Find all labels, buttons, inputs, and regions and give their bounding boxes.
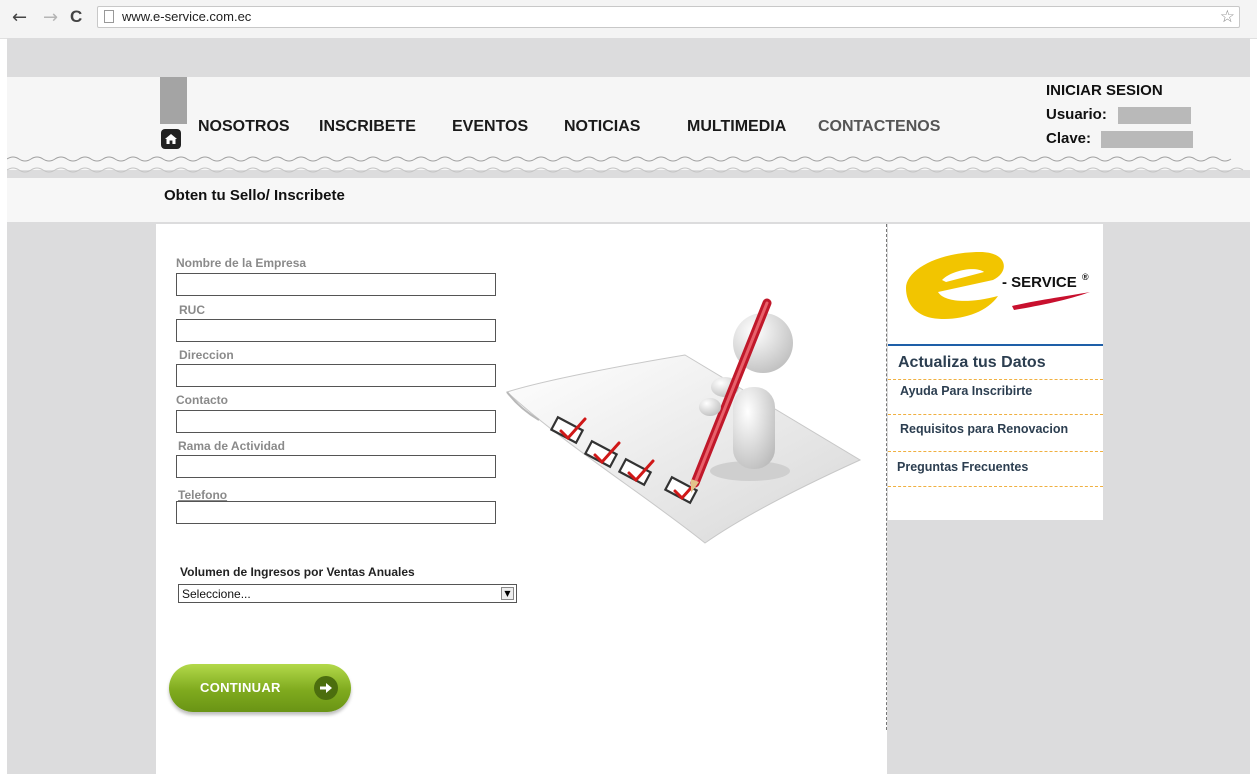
sidebar-link-ayuda[interactable]: Ayuda Para Inscribirte (900, 384, 1032, 398)
back-icon[interactable]: ← (12, 7, 27, 28)
password-label: Clave: (1046, 130, 1092, 147)
reload-icon[interactable]: C (70, 7, 82, 27)
phone-label: Telefono (178, 488, 228, 502)
contact-label: Contacto (176, 393, 228, 407)
nav-inscribete[interactable]: INSCRIBETE (319, 118, 416, 136)
annual-sales-selected: Seleccione... (182, 587, 251, 601)
chevron-down-icon[interactable]: ▼ (501, 587, 514, 600)
forward-icon[interactable]: → (43, 7, 58, 28)
company-name-input[interactable] (176, 273, 496, 296)
sidebar-separator (888, 344, 1103, 346)
contact-input[interactable] (176, 410, 496, 433)
login-title: INICIAR SESION (1046, 82, 1163, 99)
header-wave-divider (7, 156, 1244, 173)
checklist-illustration (506, 298, 862, 544)
nav-multimedia[interactable]: MULTIMEDIA (687, 118, 786, 136)
content-divider (886, 224, 887, 730)
sidebar-divider (888, 414, 1103, 415)
page-title: Obten tu Sello/ Inscribete (164, 187, 345, 204)
sidebar-divider (888, 451, 1103, 452)
phone-input[interactable] (176, 501, 496, 524)
eservice-logo[interactable]: - SERVICE ® (898, 240, 1098, 335)
site-logo-placeholder[interactable] (160, 77, 187, 124)
activity-input[interactable] (176, 455, 496, 478)
nav-noticias[interactable]: NOTICIAS (564, 118, 640, 136)
username-input[interactable] (1118, 107, 1191, 124)
ruc-input[interactable] (176, 319, 496, 342)
username-label: Usuario: (1046, 106, 1107, 123)
address-label: Direccion (179, 348, 234, 362)
browser-toolbar: ← → C www.e-service.com.ec ☆ (0, 0, 1257, 39)
annual-sales-label: Volumen de Ingresos por Ventas Anuales (180, 565, 415, 579)
arrow-right-icon (314, 676, 338, 700)
registered-mark: ® (1082, 272, 1089, 282)
company-name-label: Nombre de la Empresa (176, 256, 307, 270)
sidebar-link-requisitos[interactable]: Requisitos para Renovacion (900, 422, 1068, 436)
activity-label: Rama de Actividad (178, 439, 285, 453)
sidebar-title[interactable]: Actualiza tus Datos (898, 354, 1046, 372)
annual-sales-select[interactable]: Seleccione... ▼ (178, 584, 517, 603)
sidebar-divider (888, 486, 1103, 487)
sidebar-link-preguntas[interactable]: Preguntas Frecuentes (897, 460, 1028, 474)
nav-contactenos[interactable]: CONTACTENOS (818, 118, 940, 136)
bookmark-star-icon[interactable]: ☆ (1220, 7, 1235, 27)
nav-nosotros[interactable]: NOSOTROS (198, 118, 290, 136)
home-icon[interactable] (161, 129, 181, 149)
continue-label: CONTINUAR (200, 680, 281, 695)
nav-eventos[interactable]: EVENTOS (452, 118, 528, 136)
url-text[interactable]: www.e-service.com.ec (122, 9, 251, 24)
ruc-label: RUC (179, 303, 205, 317)
page-icon (104, 10, 114, 23)
address-input[interactable] (176, 364, 496, 387)
address-bar[interactable]: www.e-service.com.ec ☆ (97, 6, 1240, 28)
continue-button[interactable]: CONTINUAR (169, 664, 351, 712)
sidebar-divider (888, 379, 1103, 380)
password-input[interactable] (1101, 131, 1193, 148)
eservice-logo-text: - SERVICE (1002, 274, 1077, 291)
